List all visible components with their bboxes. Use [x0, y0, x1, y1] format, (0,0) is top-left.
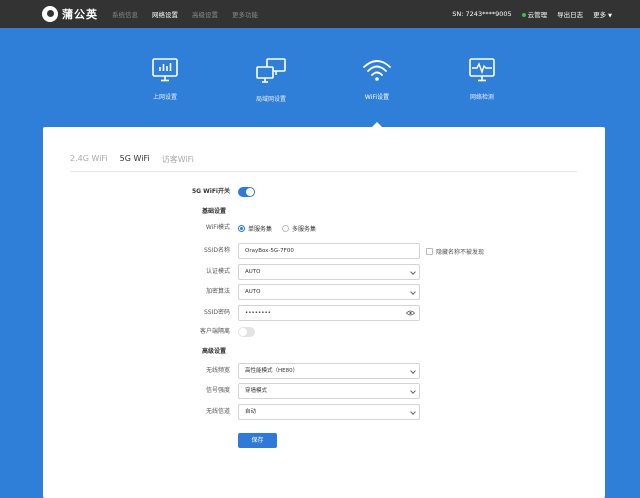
tab-5g-wifi[interactable]: 5G WiFi — [120, 154, 150, 165]
channel-row: 无线信道 自动 — [43, 404, 605, 420]
ssid-row: SSID名称 OrayBox-5G-7F00 隐藏名称不被发现 — [43, 243, 605, 259]
export-log-button[interactable]: 导出日志 — [557, 9, 583, 19]
top-bar: 蒲公英 系统信息 网络设置 高级设置 更多功能 SN: 7243****9005… — [0, 0, 640, 28]
cloud-manage-link[interactable]: 云管理 — [521, 9, 548, 19]
more-menu-label: 更多 — [593, 11, 607, 19]
monitor-icon — [152, 58, 178, 82]
signal-strength-value: 穿墙模式 — [245, 388, 268, 394]
wifi-mode-radio-group: 单服务集 多服务集 — [238, 220, 316, 236]
signal-strength-row: 信号强度 穿墙模式 — [43, 383, 605, 399]
encryption-value: AUTO — [245, 289, 261, 295]
advanced-settings-heading: 高级设置 — [202, 348, 227, 355]
bandwidth-row: 无线频宽 高性能模式（HE80） — [43, 363, 605, 379]
chevron-down-icon — [410, 388, 416, 394]
radio-label: 单服务集 — [248, 225, 273, 233]
auth-mode-value: AUTO — [245, 269, 261, 275]
ssid-value: OrayBox-5G-7F00 — [245, 248, 294, 254]
radio-unselected-icon — [282, 224, 290, 232]
password-row: SSID密码 •••••••• — [43, 305, 605, 321]
cloud-status-icon — [521, 13, 526, 17]
top-right-area: SN: 7243****9005 云管理 导出日志 更多 ▼ — [452, 9, 612, 19]
checkbox-icon — [426, 247, 433, 255]
category-internet-settings[interactable]: 上网设置 — [130, 58, 200, 101]
wifi-mode-row: WiFi模式 单服务集 多服务集 — [43, 220, 605, 236]
category-label: 上网设置 — [152, 94, 177, 101]
brand-name: 蒲公英 — [62, 8, 98, 21]
tab-2-4g-wifi[interactable]: 2.4G WiFi — [70, 154, 108, 165]
client-isolation-row: 客户端隔离 — [43, 324, 605, 340]
password-label: SSID密码 — [203, 309, 230, 316]
chevron-down-icon — [410, 269, 416, 275]
nav-item-advanced-settings[interactable]: 高级设置 — [192, 9, 218, 19]
radio-multi-service[interactable]: 多服务集 — [282, 224, 316, 233]
client-isolation-label: 客户端隔离 — [199, 328, 230, 335]
bandwidth-value: 高性能模式（HE80） — [245, 368, 299, 374]
signal-strength-label: 信号强度 — [205, 387, 230, 394]
wifi-switch-label: 5G WiFi开关 — [191, 188, 230, 195]
wifi-switch-toggle[interactable] — [238, 187, 255, 197]
chevron-down-icon — [410, 289, 416, 295]
bandwidth-select[interactable]: 高性能模式（HE80） — [238, 363, 420, 379]
category-network-check[interactable]: 网络检测 — [447, 58, 517, 101]
eye-icon[interactable] — [406, 310, 415, 316]
tab-guest-wifi[interactable]: 访客WiFi — [162, 154, 194, 165]
category-label: 局域网设置 — [255, 96, 286, 103]
auth-mode-label: 认证模式 — [205, 268, 230, 275]
caret-down-icon: ▼ — [608, 13, 612, 19]
wifi-switch-row: 5G WiFi开关 — [43, 184, 605, 200]
radio-label: 多服务集 — [292, 225, 317, 233]
password-input[interactable]: •••••••• — [238, 305, 420, 321]
client-isolation-toggle[interactable] — [238, 327, 255, 337]
nav-item-more-functions[interactable]: 更多功能 — [232, 9, 258, 19]
wifi-mode-label: WiFi模式 — [205, 224, 230, 231]
tab-divider — [70, 171, 577, 172]
nav-item-system-info[interactable]: 系统信息 — [112, 9, 138, 19]
hide-ssid-label: 隐藏名称不被发现 — [436, 248, 485, 256]
wifi-band-tabs: 2.4G WiFi 5G WiFi 访客WiFi — [70, 154, 194, 165]
ssid-input[interactable]: OrayBox-5G-7F00 — [238, 243, 420, 259]
serial-number: SN: 7243****9005 — [452, 10, 512, 18]
encryption-row: 加密算法 AUTO — [43, 284, 605, 300]
auth-mode-select[interactable]: AUTO — [238, 264, 420, 280]
brand-logo[interactable]: 蒲公英 — [42, 6, 98, 22]
encryption-label: 加密算法 — [205, 288, 230, 295]
category-wifi-settings[interactable]: WiFi设置 — [342, 58, 412, 101]
password-value: •••••••• — [245, 310, 271, 316]
nav-item-network-settings[interactable]: 网络设置 — [152, 9, 178, 19]
network-check-icon — [469, 58, 495, 82]
category-label: 网络检测 — [469, 94, 494, 101]
hide-ssid-checkbox[interactable]: 隐藏名称不被发现 — [426, 243, 484, 259]
basic-settings-heading: 基础设置 — [202, 208, 227, 215]
channel-select[interactable]: 自动 — [238, 404, 420, 420]
more-menu[interactable]: 更多 ▼ — [593, 9, 612, 19]
chevron-down-icon — [410, 409, 416, 415]
auth-mode-row: 认证模式 AUTO — [43, 264, 605, 280]
chevron-down-icon — [410, 368, 416, 374]
lan-icon — [256, 58, 286, 83]
radio-single-service[interactable]: 单服务集 — [238, 224, 272, 233]
ssid-label: SSID名称 — [203, 247, 230, 254]
cloud-manage-label: 云管理 — [527, 11, 548, 19]
category-nav: 上网设置 局域网设置 WiFi设置 网络检测 — [0, 58, 640, 128]
main-nav: 系统信息 网络设置 高级设置 更多功能 — [112, 9, 258, 19]
save-button[interactable]: 保存 — [238, 433, 277, 448]
logo-icon — [42, 6, 58, 22]
category-lan-settings[interactable]: 局域网设置 — [236, 58, 306, 103]
wifi-icon — [363, 60, 391, 81]
category-label: WiFi设置 — [364, 94, 390, 101]
radio-selected-icon — [238, 224, 245, 232]
channel-label: 无线信道 — [205, 408, 230, 415]
bandwidth-label: 无线频宽 — [205, 367, 230, 374]
signal-strength-select[interactable]: 穿墙模式 — [238, 383, 420, 399]
wifi-settings-card: 2.4G WiFi 5G WiFi 访客WiFi 5G WiFi开关 基础设置 … — [43, 127, 605, 498]
channel-value: 自动 — [245, 409, 257, 415]
encryption-select[interactable]: AUTO — [238, 284, 420, 300]
